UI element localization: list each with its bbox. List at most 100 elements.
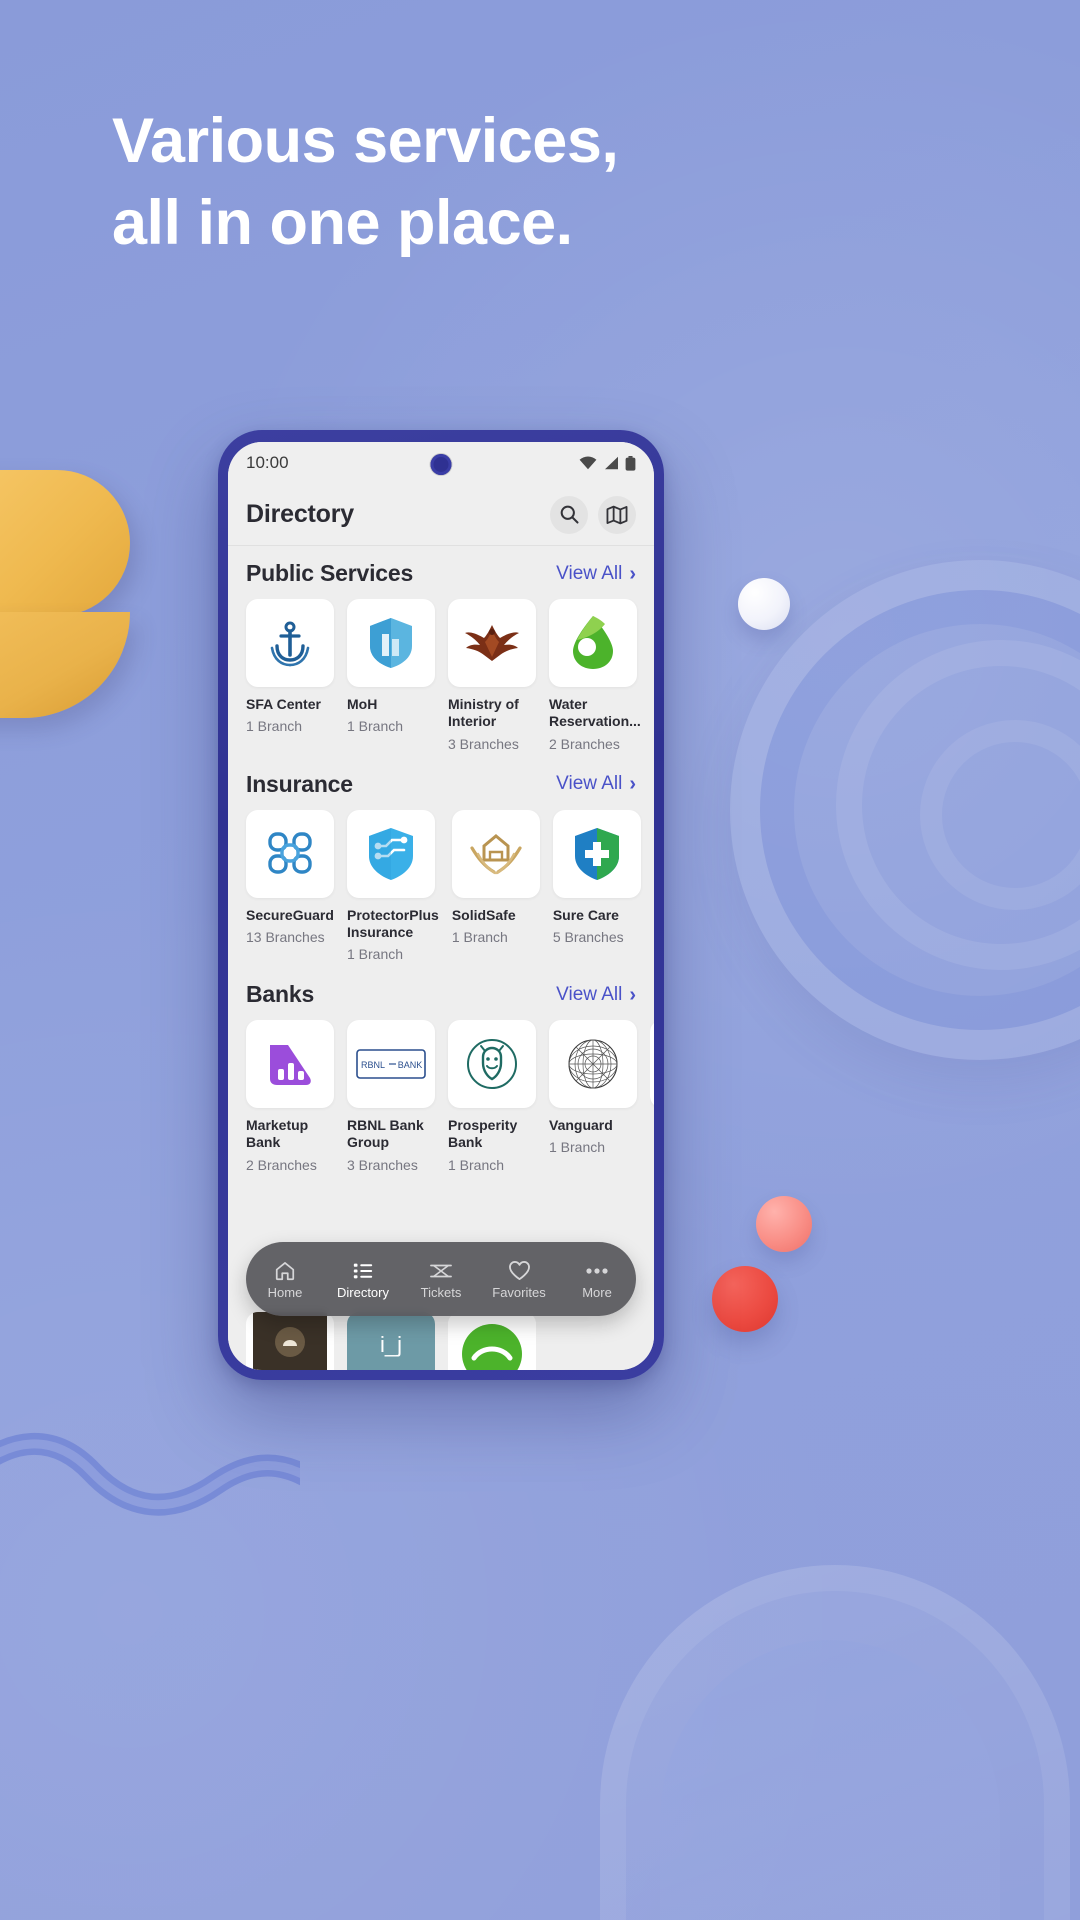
blue-interlock-logo bbox=[268, 831, 312, 874]
card-logo-tile bbox=[451, 809, 540, 898]
chevron-right-icon: › bbox=[629, 983, 636, 1006]
chevron-right-icon: › bbox=[629, 562, 636, 585]
home-icon bbox=[274, 1260, 296, 1282]
section-card-row[interactable]: Marketup Bank 2 Branches RBNL BANK RBNL … bbox=[228, 1020, 654, 1174]
directory-card[interactable]: ProtectorPlus Insurance 1 Branch bbox=[347, 809, 439, 964]
search-button[interactable] bbox=[550, 495, 588, 534]
nav-label: Home bbox=[267, 1284, 303, 1300]
nav-item-more[interactable]: More bbox=[558, 1260, 636, 1299]
app-bar: Directory bbox=[228, 484, 654, 546]
wave-shape bbox=[0, 1433, 300, 1516]
phone-screen: 10:00 Directory Public Services View All… bbox=[228, 442, 654, 1370]
directory-content[interactable]: Public Services View All › SFA Center 1 … bbox=[228, 546, 654, 1370]
camera-punch-hole bbox=[430, 454, 452, 475]
headline-line-2: all in one place. bbox=[112, 188, 573, 258]
section-insurance: Insurance View All › SecureGuard 13 Bran… bbox=[228, 757, 654, 968]
teal-lion-seal-logo bbox=[467, 1039, 517, 1090]
view-all-banks[interactable]: View All › bbox=[556, 984, 636, 1006]
svg-text:RBNL: RBNL bbox=[361, 1060, 385, 1070]
heart-icon bbox=[508, 1260, 531, 1282]
card-title: SecureGuard bbox=[246, 906, 334, 923]
directory-card[interactable]: Ministry of Interior 3 Branches bbox=[448, 599, 536, 753]
card-logo-tile bbox=[650, 1020, 654, 1109]
directory-card[interactable]: Vanguard 1 Branch bbox=[549, 1020, 637, 1156]
card-logo-tile[interactable]: i_j bbox=[347, 1312, 435, 1370]
globe-mesh-logo bbox=[568, 1039, 618, 1089]
directory-card[interactable]: Sure Care 5 Branches bbox=[552, 809, 641, 946]
directory-card[interactable]: Marketup Bank 2 Branches bbox=[246, 1020, 334, 1174]
card-logo-tile bbox=[246, 599, 334, 687]
list-icon bbox=[352, 1260, 374, 1282]
nav-item-favorites[interactable]: Favorites bbox=[480, 1260, 558, 1299]
next-section-peek-row: i_j bbox=[246, 1312, 654, 1370]
cyan-circuit-shield-logo bbox=[369, 827, 413, 880]
view-all-insurance[interactable]: View All › bbox=[556, 773, 636, 795]
section-card-row[interactable]: SecureGuard 13 Branches ProtectorPlus In… bbox=[228, 809, 654, 964]
blue-shield-building-logo bbox=[370, 618, 412, 668]
white-sphere bbox=[738, 578, 790, 630]
directory-card[interactable]: MoH 1 Branch bbox=[347, 599, 435, 735]
map-button[interactable] bbox=[598, 495, 636, 534]
card-title: SFA Center bbox=[246, 696, 321, 712]
directory-card[interactable]: RBNL BANK RBNL Bank Group 3 Branches bbox=[347, 1020, 435, 1174]
directory-card[interactable]: SolidSafe 1 Branch bbox=[451, 809, 540, 946]
card-title: Water Reservation... bbox=[549, 696, 641, 730]
nav-item-directory[interactable]: Directory bbox=[324, 1260, 402, 1299]
directory-card[interactable]: Prosperity Bank 1 Branch bbox=[448, 1020, 536, 1174]
card-logo-tile bbox=[347, 599, 435, 687]
signal-icon bbox=[605, 456, 618, 470]
phone-mockup: 10:00 Directory Public Services View All… bbox=[218, 430, 664, 1380]
eagle-crest-logo bbox=[465, 625, 519, 661]
card-logo-tile bbox=[246, 1020, 334, 1109]
page-title: Directory bbox=[246, 500, 354, 528]
card-title: MoH bbox=[347, 696, 378, 712]
card-branches: 5 Branches bbox=[552, 928, 624, 945]
card-logo-tile bbox=[549, 599, 637, 687]
headline: Various services, all in one place. bbox=[112, 100, 952, 264]
gold-house-hands-logo bbox=[470, 833, 522, 874]
directory-card[interactable]: SFA Center 1 Branch bbox=[246, 599, 334, 735]
section-header: Insurance View All › bbox=[228, 771, 654, 798]
card-branches: 2 Branches bbox=[549, 735, 620, 752]
card-logo-tile[interactable] bbox=[448, 1312, 536, 1370]
directory-card[interactable]: SecureGuard 13 Branches bbox=[246, 809, 334, 946]
card-title: Ministry of Interior bbox=[448, 696, 519, 730]
more-dots-icon bbox=[585, 1260, 609, 1282]
card-title: ProtectorPlus Insurance bbox=[347, 906, 439, 940]
svg-text:BANK: BANK bbox=[398, 1060, 423, 1070]
bottom-navigation-bar: Home Directory Tickets Favorites More bbox=[246, 1242, 636, 1316]
nav-item-home[interactable]: Home bbox=[246, 1260, 324, 1299]
chevron-right-icon: › bbox=[629, 773, 636, 796]
green-water-drop-logo bbox=[573, 616, 613, 669]
section-public-services: Public Services View All › SFA Center 1 … bbox=[228, 546, 654, 757]
ticket-icon bbox=[429, 1260, 453, 1282]
directory-card[interactable]: Water Reservation... 2 Branches bbox=[549, 599, 641, 753]
card-branches: 1 Branch bbox=[347, 718, 404, 735]
card-logo-tile bbox=[347, 809, 435, 898]
wifi-icon bbox=[579, 456, 597, 470]
search-icon bbox=[560, 505, 579, 524]
rbnl-bank-wordmark-logo: RBNL BANK bbox=[356, 1049, 426, 1079]
view-all-public-services[interactable]: View All › bbox=[556, 563, 636, 585]
yellow-shape-top bbox=[0, 470, 130, 616]
card-branches: 1 Branch bbox=[347, 946, 404, 963]
status-icons bbox=[579, 455, 636, 471]
section-card-row[interactable]: SFA Center 1 Branch MoH 1 Branch Ministr… bbox=[228, 599, 654, 753]
svg-text:i_j: i_j bbox=[380, 1332, 402, 1357]
purple-bar-chart-logo bbox=[270, 1045, 311, 1086]
view-all-label: View All bbox=[556, 983, 623, 1005]
section-banks: Banks View All › Marketup Bank 2 Branche… bbox=[228, 967, 654, 1178]
nav-label: Tickets bbox=[420, 1284, 462, 1300]
red-sphere bbox=[712, 1266, 778, 1332]
card-title: Sure Care bbox=[552, 906, 619, 923]
nav-label: More bbox=[582, 1284, 612, 1300]
card-branches: 1 Branch bbox=[246, 718, 303, 735]
nav-item-tickets[interactable]: Tickets bbox=[402, 1260, 480, 1299]
directory-card-peek[interactable] bbox=[650, 1020, 654, 1109]
nav-label: Favorites bbox=[492, 1284, 546, 1300]
card-logo-tile bbox=[448, 599, 536, 687]
card-logo-tile[interactable] bbox=[246, 1312, 334, 1370]
card-branches: 1 Branch bbox=[448, 1156, 505, 1173]
section-title: Banks bbox=[246, 981, 315, 1008]
map-icon bbox=[606, 505, 628, 524]
